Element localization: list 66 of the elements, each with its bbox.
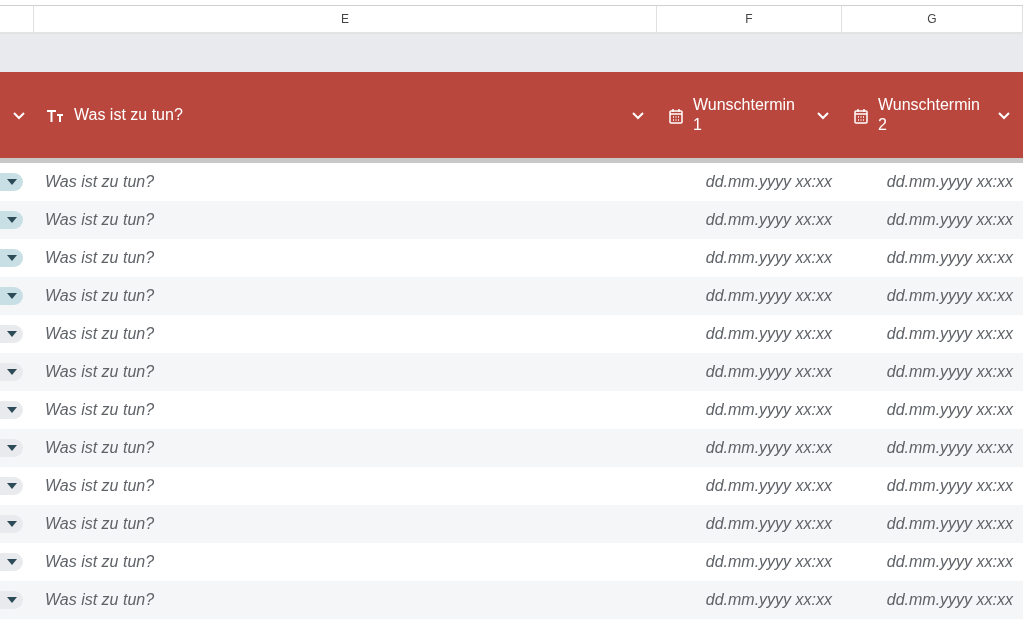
table-cell-text: dd.mm.yyyy xx:xx <box>705 210 832 230</box>
table-cell-text: Was ist zu tun? <box>45 514 155 534</box>
table-cell-text: dd.mm.yyyy xx:xx <box>705 286 832 306</box>
dropdown-chip[interactable] <box>0 439 23 457</box>
caret-icon <box>6 559 17 565</box>
dropdown-chip[interactable] <box>0 515 23 533</box>
table-cell-text: dd.mm.yyyy xx:xx <box>705 248 832 268</box>
table-cell-text: dd.mm.yyyy xx:xx <box>886 400 1013 420</box>
dropdown-chip[interactable] <box>0 173 23 191</box>
caret-icon <box>6 331 17 337</box>
caret-icon <box>6 597 17 603</box>
column-letter[interactable]: E <box>34 6 657 32</box>
table-cell-text: dd.mm.yyyy xx:xx <box>705 362 832 382</box>
dropdown-chip[interactable] <box>0 553 23 571</box>
table-cell-text: dd.mm.yyyy xx:xx <box>705 590 832 610</box>
dropdown-chip[interactable] <box>0 401 23 419</box>
column-header[interactable]: Wunschtermin 1 <box>693 95 806 135</box>
table-cell-text: Was ist zu tun? <box>45 590 155 610</box>
column-header[interactable]: Was ist zu tun? <box>74 105 621 125</box>
caret-icon <box>6 407 17 413</box>
caret-icon <box>6 521 17 527</box>
table-cell-text: Was ist zu tun? <box>45 324 155 344</box>
dropdown-chip[interactable] <box>0 211 23 229</box>
table-cell-text: dd.mm.yyyy xx:xx <box>705 172 832 192</box>
table-cell-text: dd.mm.yyyy xx:xx <box>705 400 832 420</box>
table-cell-text: dd.mm.yyyy xx:xx <box>886 514 1013 534</box>
table-cell-text: Was ist zu tun? <box>45 172 155 192</box>
table-cell-text: dd.mm.yyyy xx:xx <box>886 210 1013 230</box>
table-cell-text: Was ist zu tun? <box>45 552 155 572</box>
table-cell-text: dd.mm.yyyy xx:xx <box>886 590 1013 610</box>
table-cell-text: Was ist zu tun? <box>45 438 155 458</box>
caret-icon <box>6 483 17 489</box>
table-cell-text: dd.mm.yyyy xx:xx <box>886 438 1013 458</box>
table-cell-text: dd.mm.yyyy xx:xx <box>886 324 1013 344</box>
table-cell-text: dd.mm.yyyy xx:xx <box>886 286 1013 306</box>
table-cell-text: dd.mm.yyyy xx:xx <box>705 552 832 572</box>
dropdown-chip[interactable] <box>0 249 23 267</box>
dropdown-chip[interactable] <box>0 363 23 381</box>
table-cell-text: dd.mm.yyyy xx:xx <box>886 248 1013 268</box>
caret-icon <box>6 179 17 185</box>
table-cell-text: Was ist zu tun? <box>45 210 155 230</box>
table-cell-text: Was ist zu tun? <box>45 248 155 268</box>
caret-icon <box>6 445 17 451</box>
caret-icon <box>6 217 17 223</box>
table-cell-text: dd.mm.yyyy xx:xx <box>705 438 832 458</box>
table-cell-text: dd.mm.yyyy xx:xx <box>705 476 832 496</box>
dropdown-chip[interactable] <box>0 287 23 305</box>
caret-icon <box>6 255 17 261</box>
table-cell-text: dd.mm.yyyy xx:xx <box>886 362 1013 382</box>
column-letter[interactable]: F <box>657 6 842 32</box>
table-cell-text: dd.mm.yyyy xx:xx <box>705 324 832 344</box>
caret-icon <box>6 369 17 375</box>
table-cell-text: Was ist zu tun? <box>45 286 155 306</box>
table-cell-text: Was ist zu tun? <box>45 476 155 496</box>
caret-icon <box>6 293 17 299</box>
table-cell-text: Was ist zu tun? <box>45 362 155 382</box>
column-header[interactable]: Wunschtermin 2 <box>878 95 987 135</box>
table-cell-text: dd.mm.yyyy xx:xx <box>705 514 832 534</box>
dropdown-chip[interactable] <box>0 477 23 495</box>
dropdown-chip[interactable] <box>0 325 23 343</box>
dropdown-chip[interactable] <box>0 591 23 609</box>
table-cell-text: Was ist zu tun? <box>45 400 155 420</box>
table-cell-text: dd.mm.yyyy xx:xx <box>886 552 1013 572</box>
table-cell-text: dd.mm.yyyy xx:xx <box>886 476 1013 496</box>
table-cell-text: dd.mm.yyyy xx:xx <box>886 172 1013 192</box>
column-letter[interactable]: G <box>842 6 1023 32</box>
